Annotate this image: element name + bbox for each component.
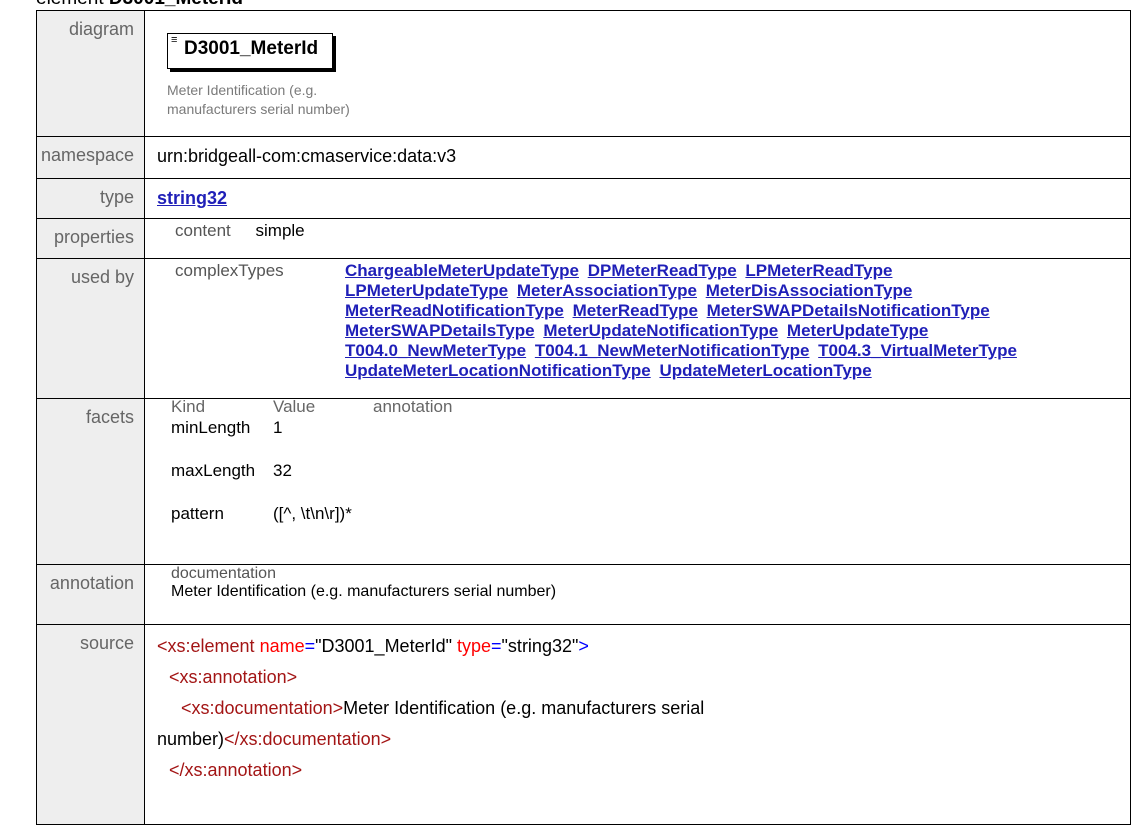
- used-by-link[interactable]: ChargeableMeterUpdateType: [345, 261, 579, 280]
- facet-annotation: [373, 501, 613, 544]
- diagram-doc-line: manufacturers serial number): [167, 101, 350, 117]
- used-by-link[interactable]: MeterUpdateNotificationType: [543, 321, 778, 340]
- diagram-element-name: D3001_MeterId: [184, 38, 319, 59]
- source-tag: </xs:annotation>: [169, 760, 303, 780]
- used-by-link[interactable]: T004.3_VirtualMeterType: [818, 341, 1017, 360]
- facet-value: 1: [273, 418, 283, 437]
- properties-cell: content simple: [144, 218, 1131, 259]
- element-doc-table: diagram ≡ D3001_MeterId Meter Identifica…: [36, 10, 1131, 825]
- source-line: number)</xs:documentation>: [157, 724, 1124, 755]
- used-by-link[interactable]: UpdateMeterLocationNotificationType: [345, 361, 651, 380]
- facet-kind: minLength: [171, 418, 251, 437]
- used-by-link[interactable]: T004.1_NewMeterNotificationType: [535, 341, 810, 360]
- type-link[interactable]: string32: [157, 188, 227, 208]
- used-by-link[interactable]: UpdateMeterLocationType: [659, 361, 871, 380]
- source-tag: <xs:documentation>: [181, 698, 344, 718]
- row-namespace: namespace urn:bridgeall-com:cmaservice:d…: [36, 136, 1131, 179]
- facet-value: 32: [273, 461, 292, 480]
- row-properties: properties content simple: [36, 218, 1131, 259]
- label-source: source: [36, 624, 145, 825]
- used-by-cell: complexTypes ChargeableMeterUpdateType D…: [144, 258, 1131, 399]
- page-title-prefix: element: [36, 0, 104, 9]
- facet-kind: maxLength: [171, 461, 256, 480]
- facet-annotation: [373, 458, 613, 501]
- source-text: number): [157, 729, 225, 749]
- used-by-link[interactable]: T004.0_NewMeterType: [345, 341, 526, 360]
- diagram-element-box[interactable]: ≡ D3001_MeterId: [167, 33, 334, 69]
- properties-value: simple: [255, 221, 305, 240]
- used-by-link[interactable]: LPMeterReadType: [745, 261, 892, 280]
- source-tag: <xs:element: [157, 636, 255, 656]
- annotation-cell: documentation Meter Identification (e.g.…: [144, 564, 1131, 625]
- row-source: source <xs:element name="D3001_MeterId" …: [36, 624, 1131, 825]
- content-lines-icon: ≡: [171, 34, 178, 46]
- properties-key: content: [175, 221, 231, 240]
- facets-cell: Kind Value annotation minLength 1 maxLen…: [144, 397, 1131, 565]
- annotation-text: Meter Identification (e.g. manufacturers…: [171, 583, 557, 600]
- used-by-link[interactable]: MeterAssociationType: [517, 281, 697, 300]
- source-cell: <xs:element name="D3001_MeterId" type="s…: [144, 624, 1131, 825]
- used-by-link[interactable]: MeterSWAPDetailsNotificationType: [707, 301, 990, 320]
- page-title-name: D3001_MeterId: [109, 0, 243, 9]
- source-text: Meter Identification (e.g. manufacturers…: [343, 698, 705, 718]
- row-used-by: used by complexTypes ChargeableMeterUpda…: [36, 258, 1131, 399]
- used-by-link[interactable]: MeterReadNotificationType: [345, 301, 564, 320]
- source-attr: type: [457, 636, 492, 656]
- label-properties: properties: [36, 218, 145, 259]
- label-annotation: annotation: [36, 564, 145, 625]
- source-line: <xs:annotation>: [157, 662, 1124, 693]
- diagram-cell: ≡ D3001_MeterId Meter Identification (e.…: [144, 10, 1131, 137]
- source-tag-close: >: [578, 636, 589, 656]
- namespace-value: urn:bridgeall-com:cmaservice:data:v3: [144, 136, 1131, 179]
- facet-annotation: [373, 415, 613, 458]
- label-diagram: diagram: [36, 10, 145, 137]
- source-value: "D3001_MeterId": [315, 636, 452, 656]
- used-by-category: complexTypes: [175, 261, 284, 280]
- type-cell: string32: [144, 178, 1131, 219]
- facets-header: Kind: [171, 397, 206, 416]
- label-facets: facets: [36, 398, 145, 565]
- used-by-link[interactable]: MeterUpdateType: [787, 321, 928, 340]
- page-title: element D3001_MeterId: [36, 0, 243, 10]
- row-facets: facets Kind Value annotation minLength 1…: [36, 397, 1131, 565]
- diagram-documentation: Meter Identification (e.g. manufacturers…: [167, 81, 437, 119]
- source-line: </xs:annotation>: [157, 755, 1124, 786]
- facets-grid: Kind Value annotation minLength 1 maxLen…: [171, 397, 1124, 544]
- source-tag: <xs:annotation>: [169, 667, 298, 687]
- used-by-grid: complexTypes ChargeableMeterUpdateType D…: [175, 261, 1124, 381]
- label-namespace: namespace: [36, 136, 145, 179]
- label-type: type: [36, 178, 145, 219]
- diagram-doc-line: Meter Identification (e.g.: [167, 82, 318, 98]
- facets-header: annotation: [373, 397, 453, 416]
- row-annotation: annotation documentation Meter Identific…: [36, 564, 1131, 625]
- used-by-link[interactable]: MeterSWAPDetailsType: [345, 321, 535, 340]
- row-diagram: diagram ≡ D3001_MeterId Meter Identifica…: [36, 10, 1131, 137]
- row-type: type string32: [36, 178, 1131, 219]
- used-by-link[interactable]: DPMeterReadType: [588, 261, 737, 280]
- source-line: <xs:documentation>Meter Identification (…: [157, 693, 1124, 724]
- label-used-by: used by: [36, 258, 145, 399]
- source-attr: name: [259, 636, 305, 656]
- facets-header: Value: [273, 397, 316, 416]
- source-line: <xs:element name="D3001_MeterId" type="s…: [157, 636, 589, 656]
- facet-value: ([^, \t\n\r])*: [273, 504, 352, 523]
- used-by-link[interactable]: LPMeterUpdateType: [345, 281, 508, 300]
- annotation-key: documentation: [171, 565, 276, 582]
- facet-kind: pattern: [171, 504, 224, 523]
- source-tag: </xs:documentation>: [224, 729, 392, 749]
- source-value: "string32": [501, 636, 579, 656]
- used-by-link[interactable]: MeterReadType: [573, 301, 698, 320]
- used-by-link[interactable]: MeterDisAssociationType: [706, 281, 913, 300]
- used-by-links: ChargeableMeterUpdateType DPMeterReadTyp…: [345, 261, 1065, 381]
